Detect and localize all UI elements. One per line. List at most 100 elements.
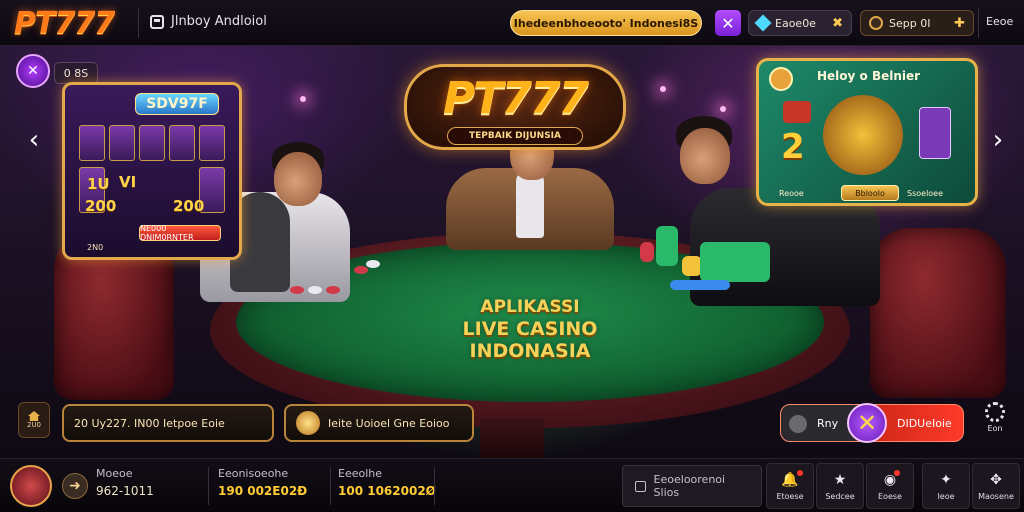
close-promo-button[interactable]: ✕ xyxy=(715,10,741,36)
home-icon xyxy=(28,411,40,421)
star-icon: ★ xyxy=(833,471,847,488)
play-toggle-left-label: Rny xyxy=(817,417,839,430)
search-games-input[interactable]: Eeoeloorenoi Slios xyxy=(622,465,762,507)
diamond-icon xyxy=(754,14,772,32)
felt-line-2: LIVE CASINO xyxy=(462,318,598,340)
promo-banner-button[interactable]: Ihedeenbhoeooto' Indonesi8S xyxy=(510,10,702,36)
stat-label: Eeeolhe xyxy=(338,467,383,480)
toggle-knob-icon xyxy=(789,415,807,433)
slot-value: VI xyxy=(119,173,137,191)
carousel-next-button[interactable]: › xyxy=(986,127,1010,153)
mascot-image xyxy=(823,95,903,175)
account-link[interactable]: Eeoe xyxy=(986,15,1013,28)
slot-symbol xyxy=(199,125,225,161)
divider xyxy=(434,467,435,505)
slot-value: 1U xyxy=(87,175,110,193)
user-avatar[interactable] xyxy=(10,465,52,507)
app-window-icon xyxy=(150,14,164,29)
slot-value: 200 xyxy=(85,197,117,215)
card-icon xyxy=(919,107,951,159)
bottom-bar: ➜ Moeoe 962-1011 Eeonisoeohe 190 002E02Đ… xyxy=(0,458,1024,512)
top-bar: PT777 Jlnboy Andloiol Ihedeenbhoeooto' I… xyxy=(0,0,1024,46)
jackpot-info-button[interactable]: 20 Uy227. IN00 Ietpoe Eoie xyxy=(62,404,274,442)
stat-value: 100 1062002Ø xyxy=(338,484,436,498)
divider xyxy=(330,467,331,505)
grid-icon: ✥ xyxy=(990,471,1002,488)
bonus-card-title: Heloy o Belnier xyxy=(817,69,921,83)
table-post xyxy=(480,418,544,458)
nav-label: Sedcee xyxy=(825,491,855,501)
home-label: 2U0 xyxy=(26,421,42,429)
divider xyxy=(208,467,209,505)
hero-logo-title: PT777 xyxy=(442,73,589,124)
divider xyxy=(138,8,139,38)
stat-balance: Eeonisoeohe 190 002E02Đ xyxy=(218,467,307,498)
slot-symbol xyxy=(169,125,195,161)
bonus-card-right-label: Ssoeloee xyxy=(907,189,944,198)
apps-link-label: Jlnboy Andloiol xyxy=(171,14,267,29)
felt-line-3: INDONASIA xyxy=(469,340,591,362)
profile-avatar-button[interactable]: ✕ xyxy=(16,54,50,88)
carousel-prev-button[interactable]: ‹ xyxy=(22,127,46,153)
stat-member: Moeoe 962-1011 xyxy=(96,467,154,498)
slot-footer: 2N0 xyxy=(87,243,104,252)
add-icon: ✚ xyxy=(954,15,965,31)
bonus-game-card[interactable]: Heloy o Belnier 2 Reooe Bbloolo Ssoeloee xyxy=(756,58,978,206)
bonus-card-button[interactable]: Bbloolo xyxy=(841,185,899,201)
slot-symbol xyxy=(79,125,105,161)
search-icon xyxy=(635,480,646,492)
stat-label: Eeonisoeohe xyxy=(218,467,289,480)
nav-menu[interactable]: ✥ Maosene xyxy=(972,463,1020,509)
nav-label: Ieoe xyxy=(937,491,955,501)
chat-icon: ◉ xyxy=(884,469,901,488)
gear-icon xyxy=(985,402,1005,422)
ceiling-light xyxy=(720,106,726,112)
play-toggle-button[interactable]: Rny ✕ DIDUeIoie xyxy=(780,403,964,443)
bonus-number: 2 xyxy=(781,127,805,167)
diamond-label: Eaoe0e xyxy=(775,16,816,30)
diamond-balance-button[interactable]: Eaoe0e ✖ xyxy=(748,10,852,36)
badge-icon xyxy=(769,67,793,91)
site-logo[interactable]: PT777 xyxy=(14,6,115,41)
ceiling-light xyxy=(660,86,666,92)
slot-symbol xyxy=(139,125,165,161)
apps-link[interactable]: Jlnboy Andloiol xyxy=(150,14,267,29)
settings-label: Eon xyxy=(987,424,1003,433)
nav-label: Eoese xyxy=(878,491,902,501)
coin-icon xyxy=(869,16,883,30)
hero-banner[interactable]: APLIKASSI LIVE CASINO INDONASIA ✕ 0 8S S… xyxy=(0,46,1024,458)
live-game-button[interactable]: Ieite Uoioel Gne Eoioo xyxy=(284,404,474,442)
crown-icon xyxy=(296,411,320,435)
nav-promo[interactable]: ✦ Ieoe xyxy=(922,463,970,509)
chip-stack-right xyxy=(640,222,780,292)
right-chair xyxy=(870,228,1006,398)
search-placeholder: Eeoeloorenoi Slios xyxy=(653,473,726,499)
sparkle-icon: ✦ xyxy=(940,471,952,488)
felt-headline: APLIKASSI LIVE CASINO INDONASIA xyxy=(380,296,680,362)
nav-chat[interactable]: ◉ Eoese xyxy=(866,463,914,509)
nav-notifications[interactable]: 🔔 Etoese xyxy=(766,463,814,509)
close-x-icon[interactable]: ✕ xyxy=(847,403,887,443)
bell-icon: 🔔 xyxy=(781,469,803,488)
settings-button[interactable]: Eon xyxy=(978,402,1012,440)
play-toggle-right-label: DIDUeIoie xyxy=(897,417,952,430)
chip-stack-left xyxy=(290,256,390,296)
coin-balance-button[interactable]: Sepp 0I ✚ xyxy=(860,10,974,36)
divider xyxy=(978,8,979,38)
hero-logo-subtitle: TEPBAIK DIJUNSIA xyxy=(447,127,583,145)
nav-label: Maosene xyxy=(978,491,1014,501)
hero-logo: PT777 TEPBAIK DIJUNSIA xyxy=(404,64,626,150)
slot-play-button[interactable]: NE000 DNIM0RNTER xyxy=(139,224,221,242)
nav-label: Etoese xyxy=(776,491,804,501)
nav-favorites[interactable]: ★ Sedcee xyxy=(816,463,864,509)
slot-game-card[interactable]: SDV97F 1U VI 200 200 NE000 DNIM0RNTER 2N… xyxy=(62,82,242,260)
live-game-label: Ieite Uoioel Gne Eoioo xyxy=(328,416,450,430)
mini-status-button[interactable]: 0 8S xyxy=(54,62,98,84)
tools-icon: ✖ xyxy=(832,15,843,31)
coin-label: Sepp 0I xyxy=(889,16,931,30)
slot-symbol xyxy=(109,125,135,161)
arrow-right-icon[interactable]: ➜ xyxy=(62,473,88,499)
slot-value: 200 xyxy=(173,197,205,215)
bonus-card-left-label: Reooe xyxy=(779,189,804,198)
home-button[interactable]: 2U0 xyxy=(18,402,50,438)
